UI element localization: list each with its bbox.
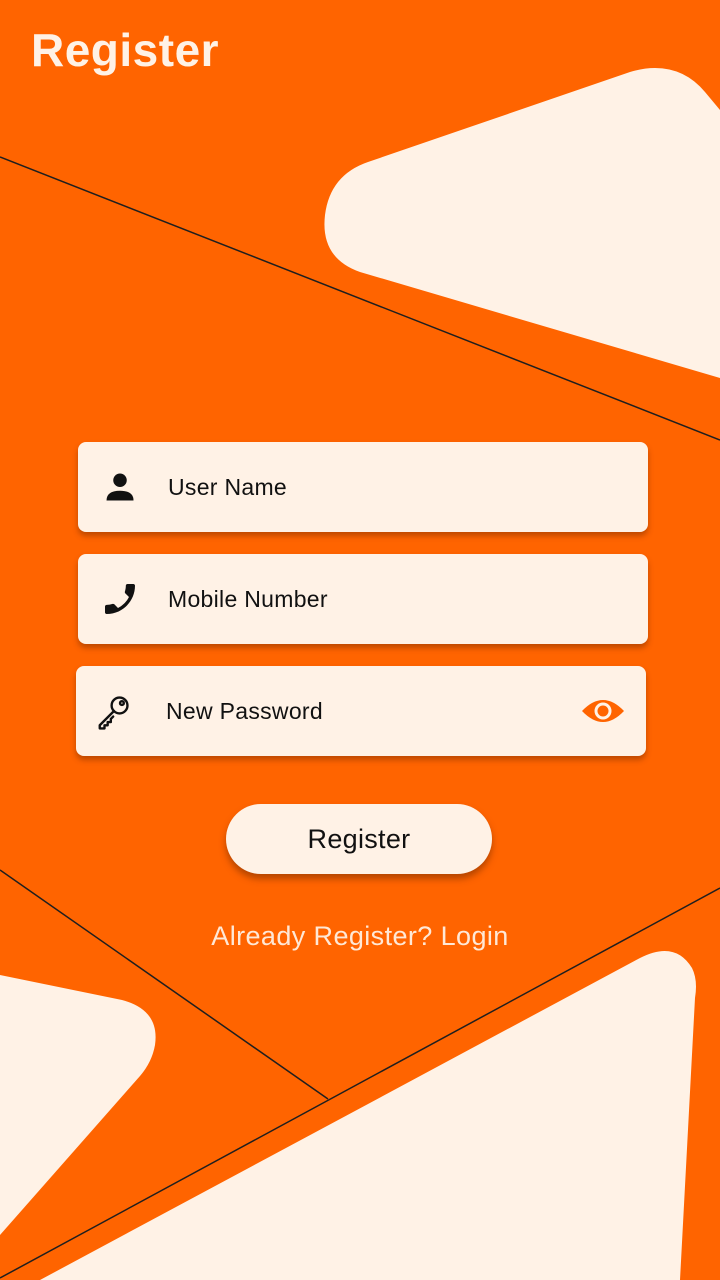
person-icon (98, 465, 142, 509)
phone-icon (98, 577, 142, 621)
mobile-field[interactable]: Mobile Number (78, 554, 648, 644)
login-prompt-text: Already Register? (211, 921, 433, 951)
login-prompt-row: Already Register? Login (0, 914, 720, 958)
bottom-right-shape (40, 950, 696, 1280)
eye-icon[interactable] (578, 691, 628, 731)
bottom-left-shape (0, 975, 156, 1235)
username-field[interactable]: User Name (78, 442, 648, 532)
page-title: Register (31, 24, 220, 76)
key-icon (92, 689, 136, 733)
login-link[interactable]: Login (441, 921, 509, 951)
top-right-shape (324, 68, 720, 378)
register-button[interactable]: Register (226, 804, 492, 874)
mobile-placeholder: Mobile Number (168, 586, 328, 612)
password-field[interactable]: New Password (76, 666, 646, 756)
username-placeholder: User Name (168, 474, 288, 500)
password-placeholder: New Password (166, 698, 323, 724)
